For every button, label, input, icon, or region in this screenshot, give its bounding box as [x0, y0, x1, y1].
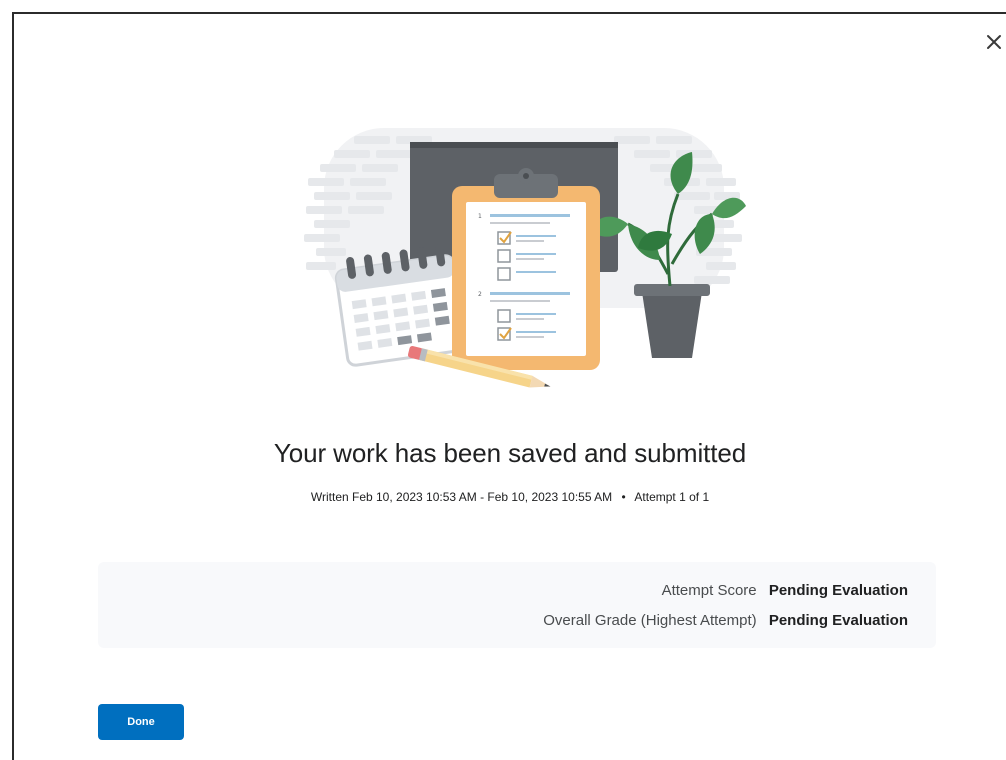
attempt-score-row: Attempt Score Pending Evaluation	[662, 582, 908, 599]
meta-separator: •	[621, 490, 626, 504]
close-icon	[987, 35, 1001, 49]
score-value: Pending Evaluation	[768, 582, 908, 599]
svg-text:1: 1	[478, 213, 482, 220]
overall-grade-row: Overall Grade (Highest Attempt) Pending …	[543, 612, 908, 629]
submission-meta: Written Feb 10, 2023 10:53 AM - Feb 10, …	[14, 490, 1006, 504]
attempt-count: Attempt 1 of 1	[634, 490, 710, 504]
score-label: Overall Grade (Highest Attempt)	[543, 612, 757, 629]
page-title: Your work has been saved and submitted	[273, 438, 747, 468]
score-panel: Attempt Score Pending Evaluation Overall…	[98, 562, 936, 648]
score-value: Pending Evaluation	[768, 612, 908, 629]
done-button[interactable]: Done	[98, 704, 184, 740]
clipboard-quiz-illustration-icon: 1 2	[304, 128, 746, 388]
close-button[interactable]	[982, 30, 1006, 54]
submission-dialog: 1 2 Your work has been saved and submitt…	[12, 12, 1006, 760]
svg-text:2: 2	[478, 291, 482, 298]
written-timestamp: Written Feb 10, 2023 10:53 AM - Feb 10, …	[310, 490, 613, 504]
score-label: Attempt Score	[661, 582, 757, 599]
